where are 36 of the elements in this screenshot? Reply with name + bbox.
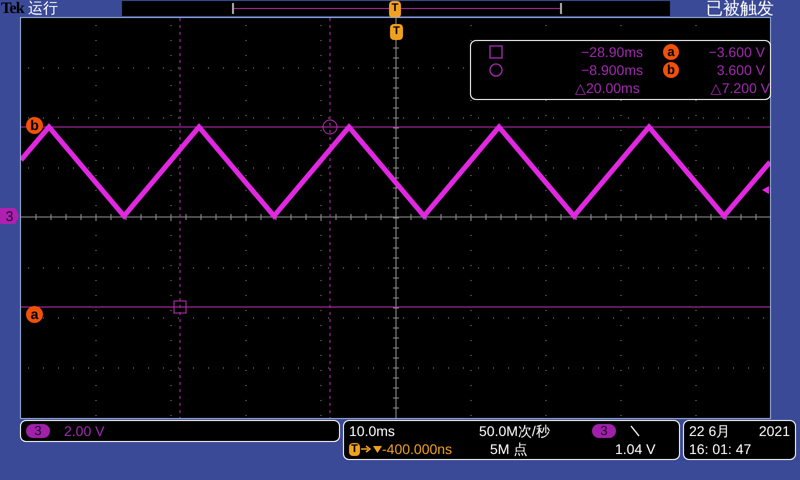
delta-value-readout: △7.200 V bbox=[710, 79, 770, 97]
sample-rate: 50.0M次/秒 bbox=[479, 422, 551, 440]
delta-time-readout: △20.00ms bbox=[575, 79, 641, 97]
cursor-label: a bbox=[663, 44, 679, 60]
circle-cursor-marker bbox=[322, 120, 338, 134]
triangle-down-icon bbox=[373, 446, 382, 452]
circle-cursor-icon bbox=[489, 63, 503, 77]
trigger-position: -400.000ns bbox=[382, 440, 454, 458]
time: 16: 01: 47 bbox=[689, 440, 752, 458]
date: 22 6月 bbox=[689, 422, 730, 440]
cursor-value: −3.600 V bbox=[708, 43, 765, 61]
cursor-time: −28.90ms bbox=[580, 43, 643, 61]
trigger-position-marker: T bbox=[389, 1, 401, 18]
cursor-value: 3.600 V bbox=[716, 61, 765, 79]
vertical-scale: 2.00 V bbox=[64, 424, 104, 438]
arrow-right-icon bbox=[361, 445, 371, 453]
channel-marker: 3 bbox=[0, 208, 19, 224]
run-state: 运行 bbox=[28, 1, 58, 16]
record-length: 5M 点 bbox=[490, 440, 528, 458]
year: 2021 bbox=[758, 422, 790, 440]
trigger-level: 1.04 V bbox=[615, 440, 656, 458]
trigger-point-marker: T bbox=[390, 24, 403, 40]
cursor-label: a bbox=[26, 306, 43, 323]
square-cursor-icon bbox=[489, 45, 503, 59]
falling-edge-icon bbox=[630, 425, 640, 437]
channel-badge: 3 bbox=[26, 424, 50, 438]
brand-logo: Tek bbox=[1, 0, 24, 16]
cursor-label: b bbox=[663, 62, 679, 78]
cursor-time: −8.900ms bbox=[580, 61, 643, 79]
trigger-channel-badge: 3 bbox=[592, 424, 616, 438]
cursor-label: b bbox=[26, 117, 43, 134]
square-cursor-marker bbox=[174, 300, 186, 314]
trigger-icon: T bbox=[349, 442, 360, 456]
timebase: 10.0ms bbox=[349, 422, 396, 440]
trigger-state: 已被触发 bbox=[706, 0, 774, 17]
trigger-level-arrow-icon bbox=[762, 186, 769, 194]
